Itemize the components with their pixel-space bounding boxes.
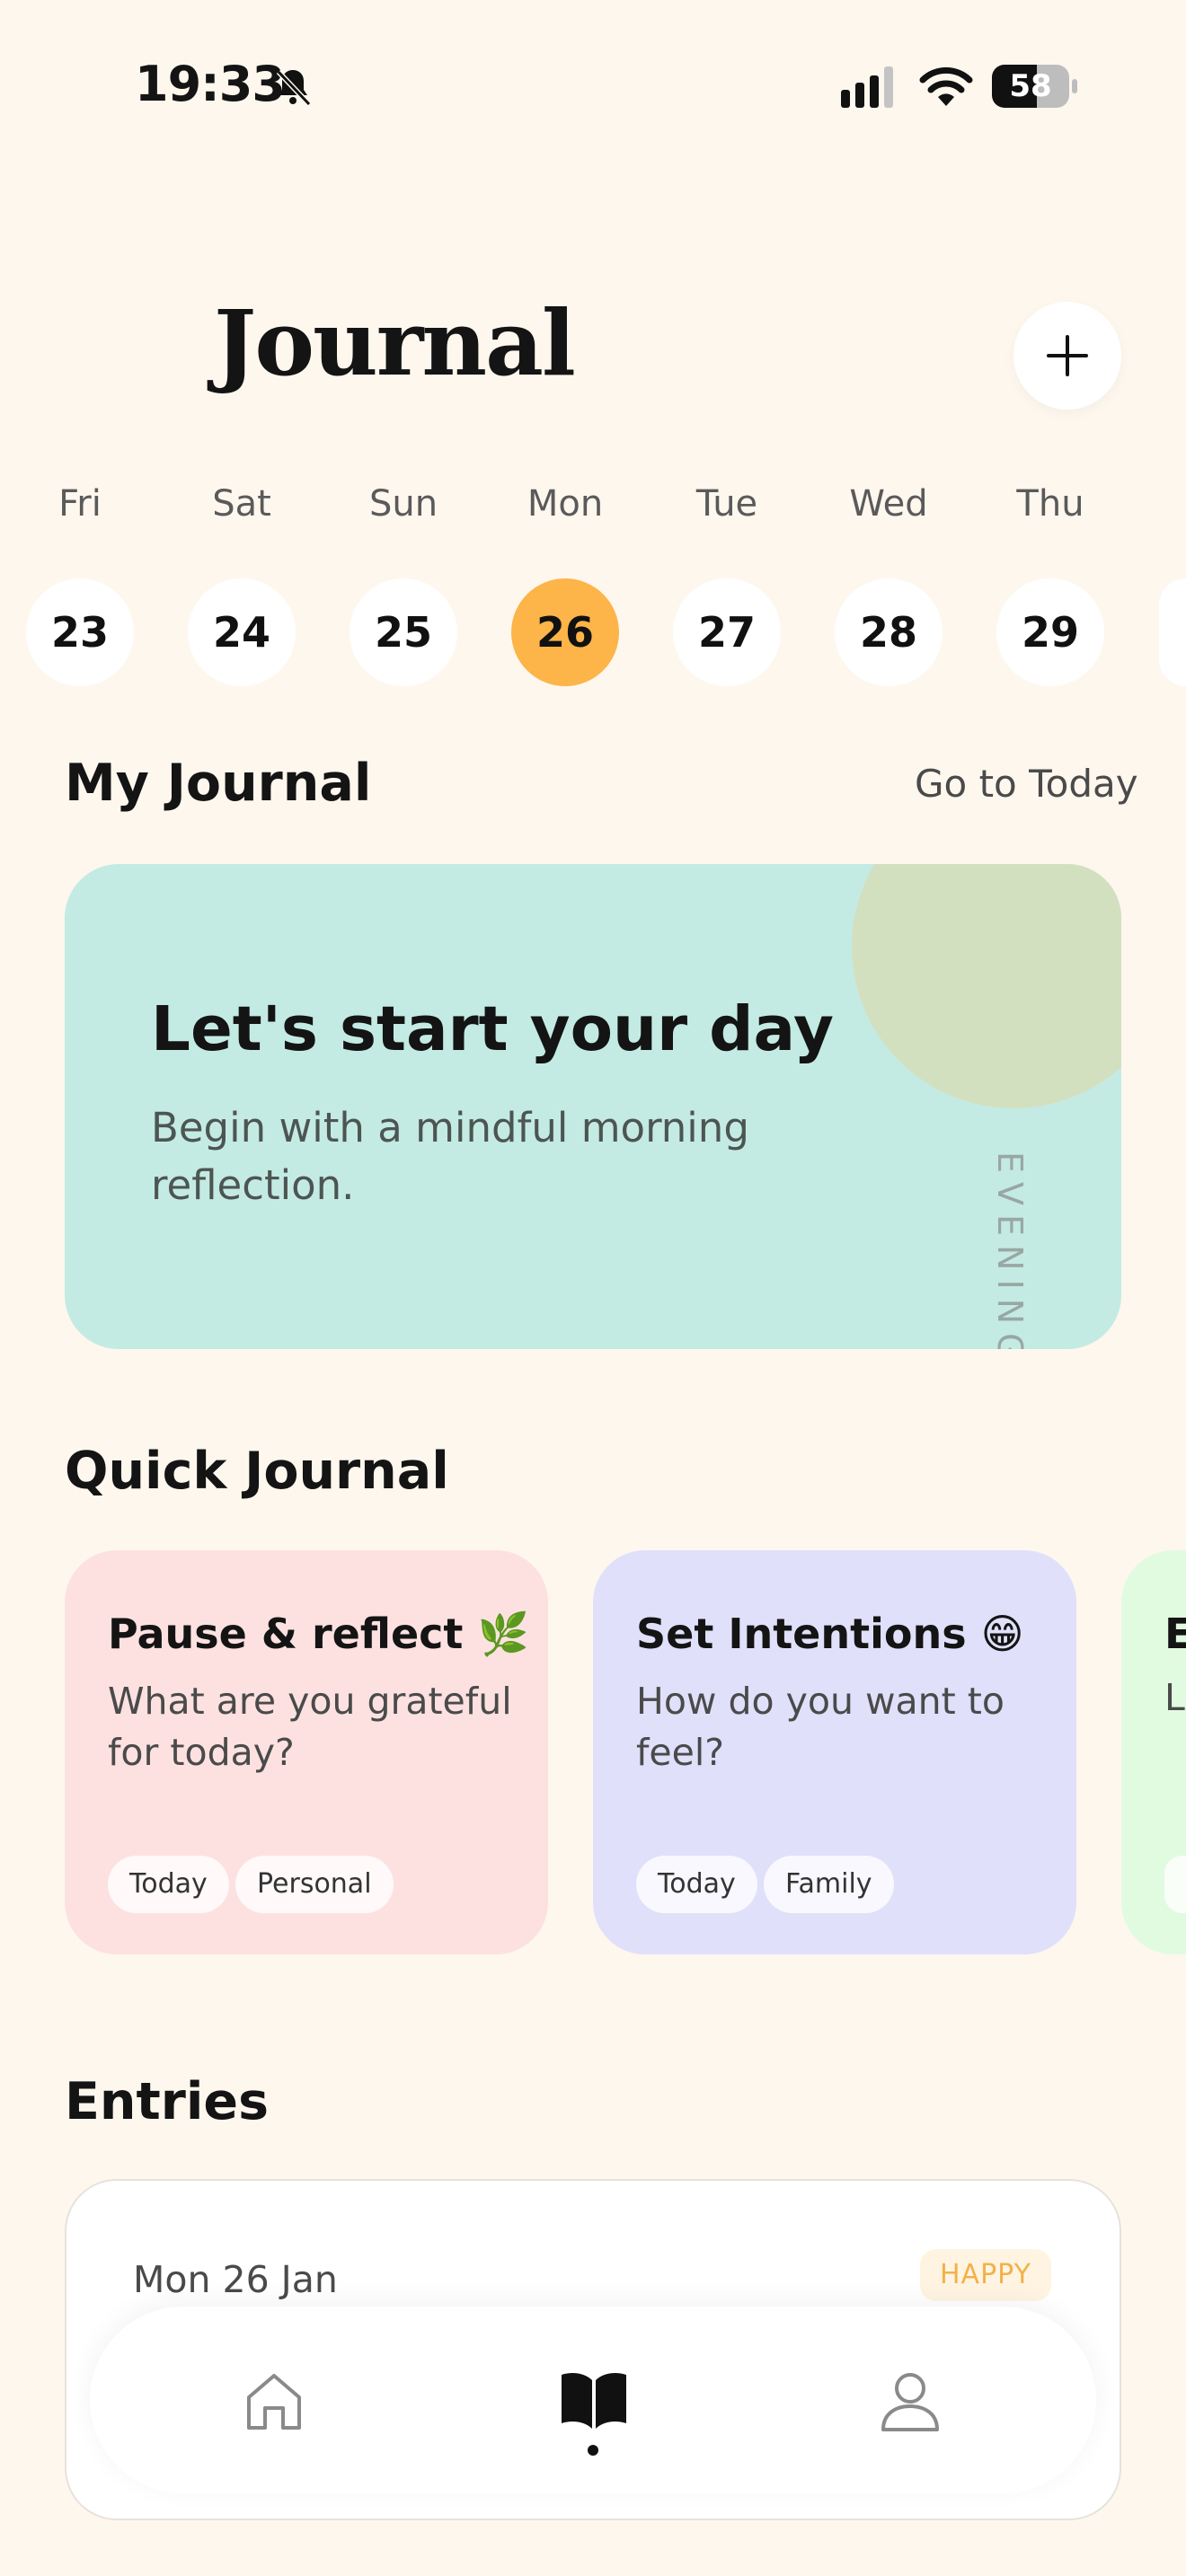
quick-card-set-intentions[interactable]: Set Intentions 😁 How do you want to feel…: [593, 1550, 1076, 1954]
go-to-today-link[interactable]: Go to Today: [915, 765, 1138, 803]
page-title: Journal: [214, 290, 576, 396]
wifi-icon: [919, 66, 973, 106]
day-name: Thu: [1016, 483, 1084, 525]
day-date: 27: [673, 578, 781, 686]
hero-subtitle: Begin with a mindful morning reflection.: [151, 1104, 749, 1209]
battery-level: 58: [1009, 68, 1052, 104]
tag: Personal: [235, 1856, 394, 1913]
day-fri[interactable]: Fri 23: [26, 478, 134, 686]
day-name: Fri: [58, 483, 102, 525]
day-name: Tue: [695, 483, 758, 525]
add-entry-button[interactable]: [1013, 302, 1121, 410]
quick-card-title: Pause & reflect 🌿: [108, 1610, 529, 1658]
active-indicator: [588, 2445, 598, 2456]
hero-title: Let's start your day: [151, 993, 834, 1065]
bell-muted-icon: [276, 69, 312, 107]
day-name: Sun: [368, 483, 438, 525]
day-date: 25: [350, 578, 457, 686]
quick-card-subtitle: What are you grateful for today?: [108, 1680, 512, 1774]
quick-card-subtitle: L: [1164, 1676, 1185, 1719]
day-date: 26: [511, 578, 619, 686]
day-mon-selected[interactable]: Mon 26: [511, 478, 619, 686]
day-date: 24: [188, 578, 296, 686]
nav-home[interactable]: [234, 2360, 314, 2441]
quick-journal-heading: Quick Journal: [65, 1442, 449, 1501]
bottom-nav: [90, 2307, 1096, 2493]
battery-indicator: 58: [992, 65, 1078, 108]
entries-heading: Entries: [65, 2072, 269, 2131]
day-name: Wed: [849, 483, 928, 525]
profile-icon: [881, 2373, 939, 2431]
book-icon: [562, 2373, 626, 2429]
day-date: 28: [835, 578, 943, 686]
quick-card-subtitle: How do you want to feel?: [636, 1680, 1005, 1774]
quick-card-partial[interactable]: E L: [1121, 1550, 1186, 1954]
nav-profile[interactable]: [870, 2360, 951, 2441]
day-next-partial[interactable]: [1159, 578, 1186, 686]
quick-card-title: E: [1164, 1610, 1186, 1658]
status-time: 19:33: [135, 56, 286, 112]
quick-card-pause-reflect[interactable]: Pause & reflect 🌿 What are you grateful …: [65, 1550, 548, 1954]
entry-date: Mon 26 Jan: [133, 2258, 338, 2301]
day-name: Sat: [212, 483, 271, 525]
my-journal-heading: My Journal: [65, 754, 372, 813]
nav-journal[interactable]: [553, 2360, 634, 2441]
day-thu[interactable]: Thu 29: [996, 478, 1104, 686]
time-of-day-label: EVENING: [990, 1151, 1030, 1349]
home-icon: [247, 2374, 301, 2430]
mood-badge: HAPPY: [920, 2249, 1051, 2301]
journal-prompt-card[interactable]: Let's start your day Begin with a mindfu…: [65, 864, 1121, 1349]
quick-card-title: Set Intentions 😁: [636, 1610, 1024, 1658]
signal-icon: [841, 66, 893, 108]
day-sat[interactable]: Sat 24: [188, 478, 296, 686]
day-date: 29: [996, 578, 1104, 686]
decorative-circle: [852, 864, 1121, 1108]
day-name: Mon: [527, 483, 604, 525]
tag: [1164, 1856, 1186, 1913]
day-tue[interactable]: Tue 27: [673, 478, 781, 686]
day-sun[interactable]: Sun 25: [350, 478, 457, 686]
tag: Today: [108, 1856, 229, 1913]
day-date: 23: [26, 578, 134, 686]
tag: Today: [636, 1856, 757, 1913]
plus-icon: [1047, 335, 1088, 376]
day-wed[interactable]: Wed 28: [835, 478, 943, 686]
tag: Family: [764, 1856, 894, 1913]
